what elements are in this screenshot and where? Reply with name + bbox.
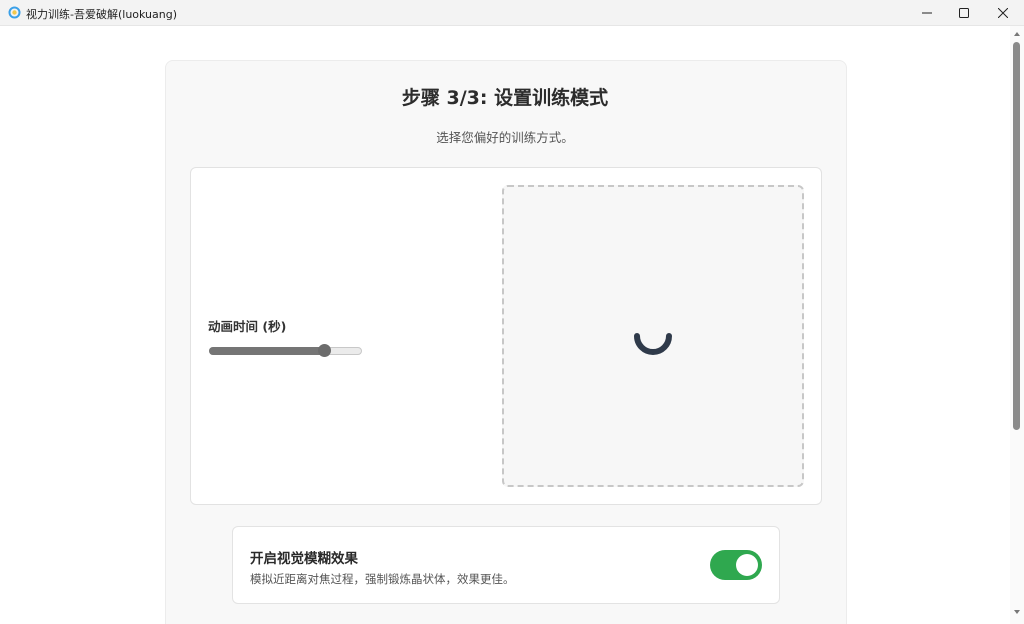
- slider-fill: [209, 347, 325, 355]
- scroll-down-arrow-icon[interactable]: [1013, 608, 1021, 616]
- maximize-button[interactable]: [943, 0, 985, 26]
- title-bar: 视力训练-吾爱破解(luokuang): [0, 0, 1024, 26]
- minimize-button[interactable]: [906, 0, 948, 26]
- scroll-up-arrow-icon[interactable]: [1013, 30, 1021, 38]
- animation-time-slider[interactable]: [209, 344, 363, 358]
- animation-time-label: 动画时间 (秒): [208, 319, 287, 334]
- blur-effect-title: 开启视觉模糊效果: [250, 551, 358, 567]
- slider-thumb[interactable]: [318, 344, 331, 357]
- maximize-icon: [959, 8, 969, 18]
- close-button[interactable]: [982, 0, 1024, 26]
- toggle-knob[interactable]: [736, 554, 758, 576]
- window-title: 视力训练-吾爱破解(luokuang): [26, 8, 178, 21]
- blur-effect-description: 模拟近距离对焦过程，强制锻炼晶状体，效果更佳。: [250, 572, 515, 586]
- loading-spinner-icon: [634, 333, 672, 355]
- minimize-icon: [922, 12, 932, 14]
- close-icon: [998, 8, 1008, 18]
- app-logo-icon: [8, 6, 21, 19]
- page-subtitle: 选择您偏好的训练方式。: [436, 130, 574, 145]
- scrollbar-thumb[interactable]: [1013, 42, 1020, 430]
- blur-effect-toggle[interactable]: [710, 550, 762, 580]
- page-title: 步骤 3/3: 设置训练模式: [401, 87, 609, 109]
